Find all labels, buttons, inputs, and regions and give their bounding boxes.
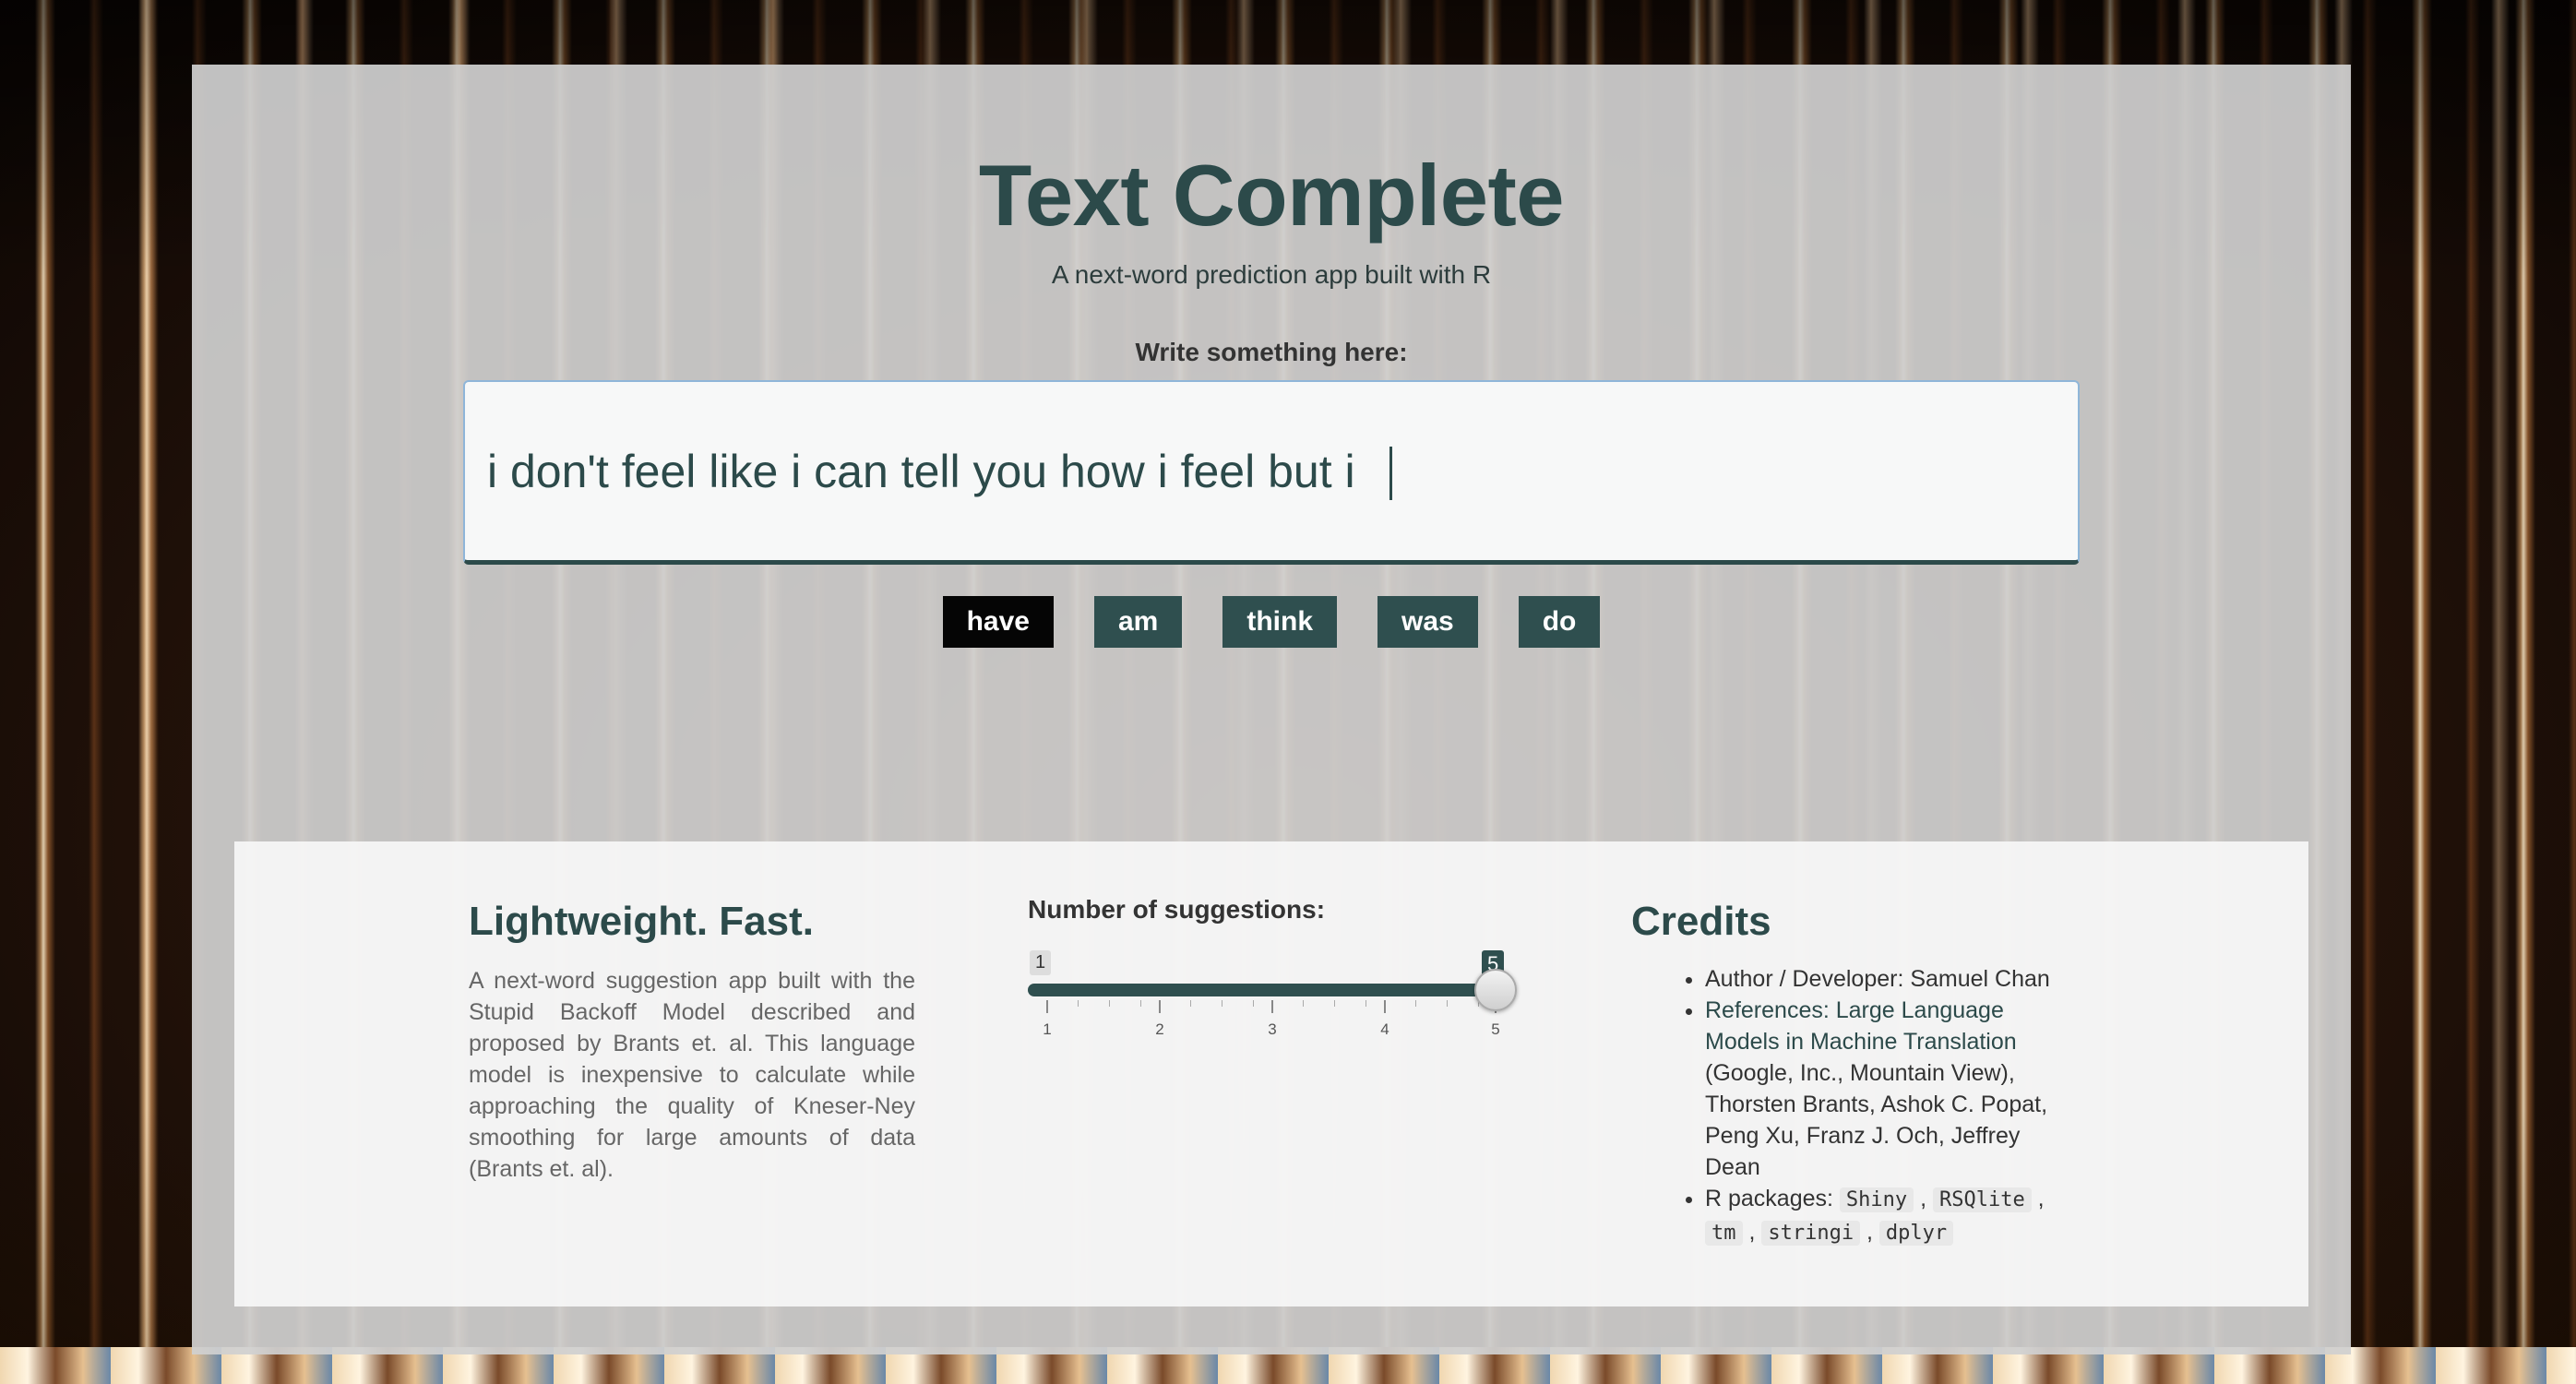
slider-minor-tick [1334,1000,1335,1007]
slider-label: Number of suggestions: [1028,895,1326,924]
credits-section: Credits Author / Developer: Samuel Chan … [1631,899,2074,1249]
slider-minor-tick [1190,1000,1191,1007]
input-label: Write something here: [1135,338,1408,366]
references-details: (Google, Inc., Mountain View), Thorsten … [1705,1060,2048,1180]
references-prefix: References: [1705,997,1830,1023]
page-title: Text Complete [978,147,1565,244]
suggestion-button-do[interactable]: do [1518,596,1601,648]
credits-references: References: Large Language Models in Mac… [1705,995,2074,1183]
slider-minor-tick [1109,1000,1110,1007]
package-badge: dplyr [1878,1221,1954,1246]
slider-minor-tick [1078,1000,1079,1007]
suggestions-slider-section: Number of suggestions: 1 5 1 2 3 4 5 [1028,895,1517,1048]
packages-prefix: R packages: [1705,1186,1833,1211]
info-panel: Lightweight. Fast. A next-word suggestio… [234,841,2308,1306]
package-badge: stringi [1761,1221,1861,1246]
package-badge: tm [1705,1221,1743,1246]
suggestion-button-am[interactable]: am [1093,596,1183,648]
slider-minor-tick [1447,1000,1448,1007]
page-subtitle: A next-word prediction app built with R [1051,260,1492,289]
credits-author: Author / Developer: Samuel Chan [1705,963,2074,995]
slider-tick-label: 4 [1380,1020,1389,1038]
package-badge: RSQlite [1933,1187,2032,1212]
slider-tick-label: 5 [1491,1020,1500,1038]
slider-tick-label: 3 [1268,1020,1277,1038]
slider-track[interactable] [1028,984,1497,996]
slider-tick [1271,1000,1273,1013]
text-input[interactable] [463,380,2080,565]
about-description: A next-word suggestion app built with th… [469,968,915,1182]
suggestion-button-think[interactable]: think [1222,596,1338,648]
suggestions-slider[interactable]: 1 5 1 2 3 4 5 [1028,937,1517,1048]
slider-tick [1384,1000,1386,1013]
slider-tick-label: 1 [1043,1020,1052,1038]
slider-tick-label: 2 [1155,1020,1164,1038]
slider-minor-tick [1415,1000,1416,1007]
slider-minor-tick [1140,1000,1141,1007]
credits-packages: R packages: Shiny , RSQlite , tm , strin… [1705,1183,2074,1249]
suggestion-button-was[interactable]: was [1377,596,1478,648]
slider-tick [1046,1000,1048,1013]
credits-heading: Credits [1631,899,1771,944]
package-badge: Shiny [1839,1187,1914,1212]
slider-min-label: 1 [1030,950,1052,975]
references-link[interactable]: References: Large Language Models in Mac… [1705,997,2017,1055]
slider-handle[interactable] [1474,969,1517,1011]
about-section: Lightweight. Fast. A next-word suggestio… [469,899,915,1185]
slider-minor-tick [1303,1000,1304,1007]
credits-list: Author / Developer: Samuel Chan Referenc… [1631,963,2074,1249]
text-cursor [1389,447,1392,500]
slider-minor-tick [1253,1000,1254,1007]
slider-tick [1159,1000,1161,1013]
slider-ticks [1028,1000,1497,1015]
suggestion-buttons: have am think was do [192,596,2351,648]
suggestion-button-have[interactable]: have [942,596,1054,648]
about-heading: Lightweight. Fast. [469,899,814,944]
